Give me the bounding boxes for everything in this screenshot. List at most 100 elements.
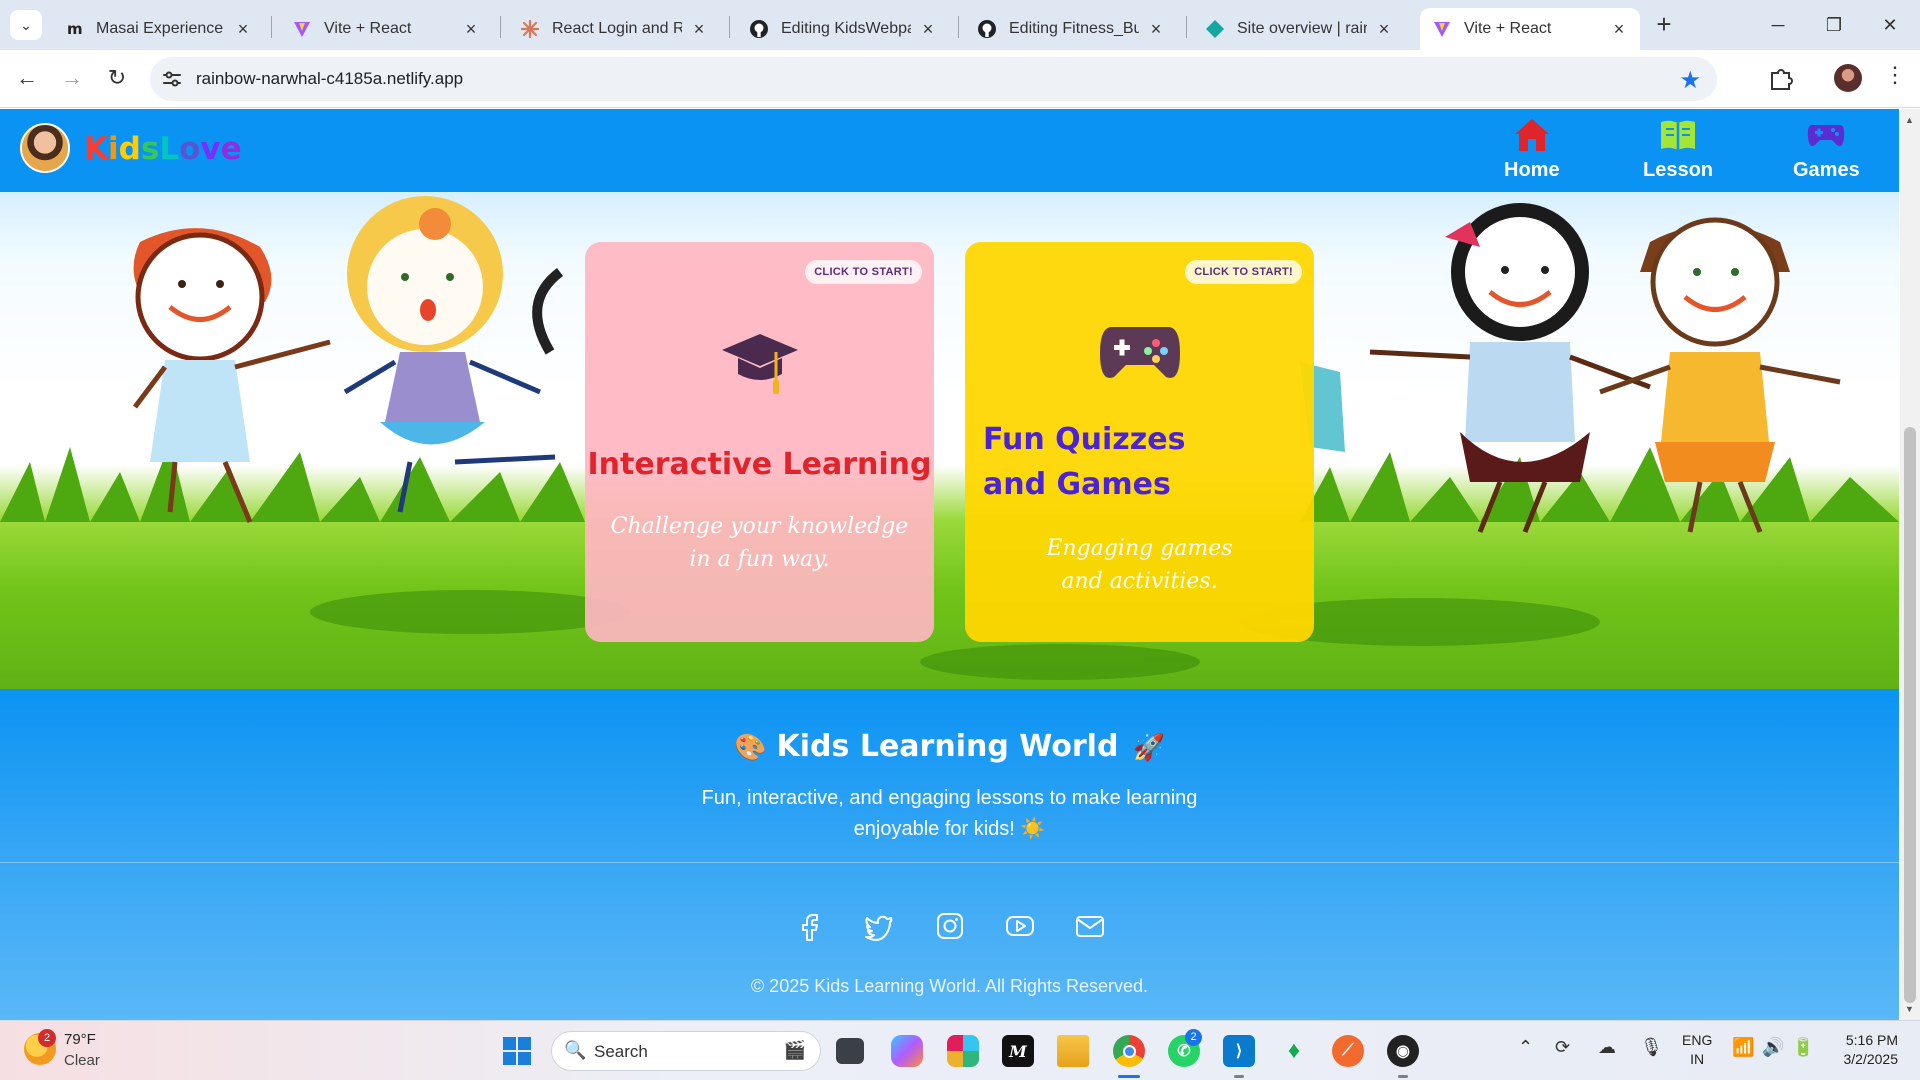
- scroll-down-arrow-icon[interactable]: ▼: [1905, 1004, 1914, 1014]
- brand-letter: K: [84, 131, 109, 167]
- tab-title: Site overview | rainbo: [1237, 20, 1367, 37]
- forward-button[interactable]: →: [55, 61, 89, 95]
- tab-title: React Login and Regi: [552, 20, 682, 37]
- close-tab-icon[interactable]: ×: [1147, 19, 1165, 40]
- profile-avatar[interactable]: [1834, 64, 1862, 92]
- search-highlight-icon: 🎬: [783, 1040, 806, 1060]
- close-tab-icon[interactable]: ×: [462, 19, 480, 40]
- obs-icon[interactable]: ◉: [1387, 1035, 1419, 1067]
- nav-games-label: Games: [1793, 159, 1860, 181]
- close-tab-icon[interactable]: ×: [690, 19, 708, 40]
- card-fun-quizzes[interactable]: CLICK TO START! Fun Quizzes and Games En…: [965, 242, 1314, 642]
- tab-react-login[interactable]: React Login and Regi ×: [508, 8, 720, 50]
- mongodb-icon[interactable]: ♦: [1278, 1035, 1310, 1067]
- clock-time: 5:16 PM: [1845, 1032, 1898, 1048]
- task-view-icon[interactable]: [836, 1038, 864, 1064]
- card-title: Interactive Learning: [587, 447, 932, 482]
- site-info-icon[interactable]: [160, 67, 184, 91]
- graduation-cap-icon: [721, 334, 798, 394]
- back-button[interactable]: ←: [10, 61, 44, 95]
- tab-separator: [271, 16, 272, 38]
- taskbar-search-box[interactable]: 🔍 Search 🎬: [551, 1031, 821, 1071]
- close-tab-icon[interactable]: ×: [1610, 19, 1628, 40]
- click-to-start-badge[interactable]: CLICK TO START!: [805, 260, 922, 284]
- address-bar[interactable]: rainbow-narwhal-c4185a.netlify.app ★: [150, 57, 1717, 101]
- sync-icon[interactable]: ⟳: [1555, 1037, 1570, 1058]
- extensions-icon[interactable]: [1768, 65, 1794, 91]
- tab-editing-fitness-buddy[interactable]: Editing Fitness_Budd ×: [965, 8, 1177, 50]
- tab-title: Masai Experience: [96, 20, 224, 37]
- tab-vite-react[interactable]: Vite + React ×: [280, 8, 492, 50]
- microphone-icon[interactable]: 🎙: [1640, 1037, 1663, 1058]
- click-to-start-badge[interactable]: CLICK TO START!: [1185, 260, 1302, 284]
- browser-menu-button[interactable]: ⋮: [1884, 62, 1906, 88]
- clock-date: 3/2/2025: [1843, 1051, 1899, 1067]
- battery-icon[interactable]: 🔋: [1792, 1037, 1814, 1058]
- search-icon: 🔍: [564, 1040, 587, 1060]
- wifi-icon[interactable]: 📶: [1732, 1037, 1754, 1058]
- nav-home[interactable]: Home: [1504, 115, 1560, 182]
- copyright-text: © 2025 Kids Learning World. All Rights R…: [750, 976, 1149, 996]
- language-code: ENG: [1682, 1032, 1713, 1048]
- scrollbar-thumb[interactable]: [1904, 427, 1916, 1003]
- tab-title: Vite + React: [324, 20, 412, 37]
- site-navbar: KidsLove Home Lesson Games: [0, 109, 1899, 192]
- nav-home-label: Home: [1504, 159, 1560, 181]
- tab-title: Vite + React: [1464, 20, 1552, 37]
- youtube-icon[interactable]: [1005, 911, 1035, 941]
- reload-button[interactable]: ↻: [100, 61, 134, 95]
- tab-site-overview[interactable]: Site overview | rainbo ×: [1193, 8, 1405, 50]
- masai-app-icon[interactable]: M: [1002, 1035, 1034, 1067]
- windows-start-icon[interactable]: [501, 1035, 533, 1067]
- netlify-icon: [1205, 19, 1225, 39]
- home-icon: [1514, 119, 1549, 151]
- file-explorer-icon[interactable]: [1057, 1035, 1089, 1067]
- volume-icon[interactable]: 🔊: [1762, 1037, 1784, 1058]
- close-tab-icon[interactable]: ×: [234, 19, 252, 40]
- tab-masai-experience[interactable]: m Masai Experience ×: [52, 8, 264, 50]
- footer-title: 🎨 Kids Learning World 🚀: [0, 729, 1899, 764]
- brand-logo-avatar[interactable]: [20, 123, 70, 173]
- footer-title-text: Kids Learning World: [776, 729, 1119, 764]
- brand-name[interactable]: KidsLove: [84, 131, 242, 167]
- vscode-icon[interactable]: ⟩: [1223, 1035, 1255, 1067]
- nav-lesson[interactable]: Lesson: [1643, 115, 1713, 182]
- brand-letter: s: [140, 131, 160, 167]
- facebook-icon[interactable]: [795, 911, 825, 941]
- browser-toolbar: ← → ↻ rainbow-narwhal-c4185a.netlify.app…: [0, 50, 1920, 108]
- page-scrollbar[interactable]: ▲ ▼: [1900, 109, 1920, 1020]
- new-tab-button[interactable]: +: [1652, 10, 1676, 40]
- vite-icon: [1432, 19, 1452, 39]
- slack-icon[interactable]: [947, 1035, 979, 1067]
- kid-yellow-hair: [343, 196, 556, 513]
- restore-button[interactable]: ❐: [1806, 8, 1862, 42]
- vite-icon: [292, 19, 312, 39]
- copilot-icon[interactable]: [891, 1035, 923, 1067]
- mail-icon[interactable]: [1075, 911, 1105, 941]
- onedrive-cloud-icon[interactable]: ☁: [1598, 1037, 1616, 1058]
- close-window-button[interactable]: ✕: [1862, 8, 1918, 42]
- card-title: Fun Quizzes and Games: [983, 422, 1186, 502]
- system-clock[interactable]: 5:16 PM 3/2/2025: [1834, 1031, 1899, 1069]
- tab-vite-react-active[interactable]: Vite + React ×: [1420, 8, 1640, 50]
- chrome-icon[interactable]: [1113, 1035, 1145, 1067]
- show-hidden-icons-chevron-icon[interactable]: ⌃: [1518, 1037, 1533, 1058]
- region-code: IN: [1690, 1051, 1705, 1067]
- tab-editing-kidswebpage[interactable]: Editing KidsWebpage ×: [737, 8, 949, 50]
- card-interactive-learning[interactable]: CLICK TO START! Interactive Learning Cha…: [585, 242, 934, 642]
- nav-games[interactable]: Games: [1793, 115, 1860, 182]
- instagram-icon[interactable]: [935, 911, 965, 941]
- minimize-button[interactable]: ─: [1750, 8, 1806, 42]
- close-tab-icon[interactable]: ×: [1375, 19, 1393, 40]
- tab-search-button[interactable]: ⌄: [10, 10, 42, 40]
- bookmark-star-icon[interactable]: ★: [1679, 66, 1701, 95]
- twitter-icon[interactable]: [864, 911, 894, 941]
- scroll-up-arrow-icon[interactable]: ▲: [1905, 115, 1914, 125]
- close-tab-icon[interactable]: ×: [919, 19, 937, 40]
- tab-separator: [1186, 16, 1187, 38]
- svg-text:m: m: [67, 20, 83, 38]
- postman-icon[interactable]: ⟋: [1332, 1035, 1364, 1067]
- input-language-indicator[interactable]: ENG IN: [1682, 1031, 1712, 1069]
- github-icon: [749, 19, 769, 39]
- vscode-running-indicator: [1234, 1075, 1244, 1078]
